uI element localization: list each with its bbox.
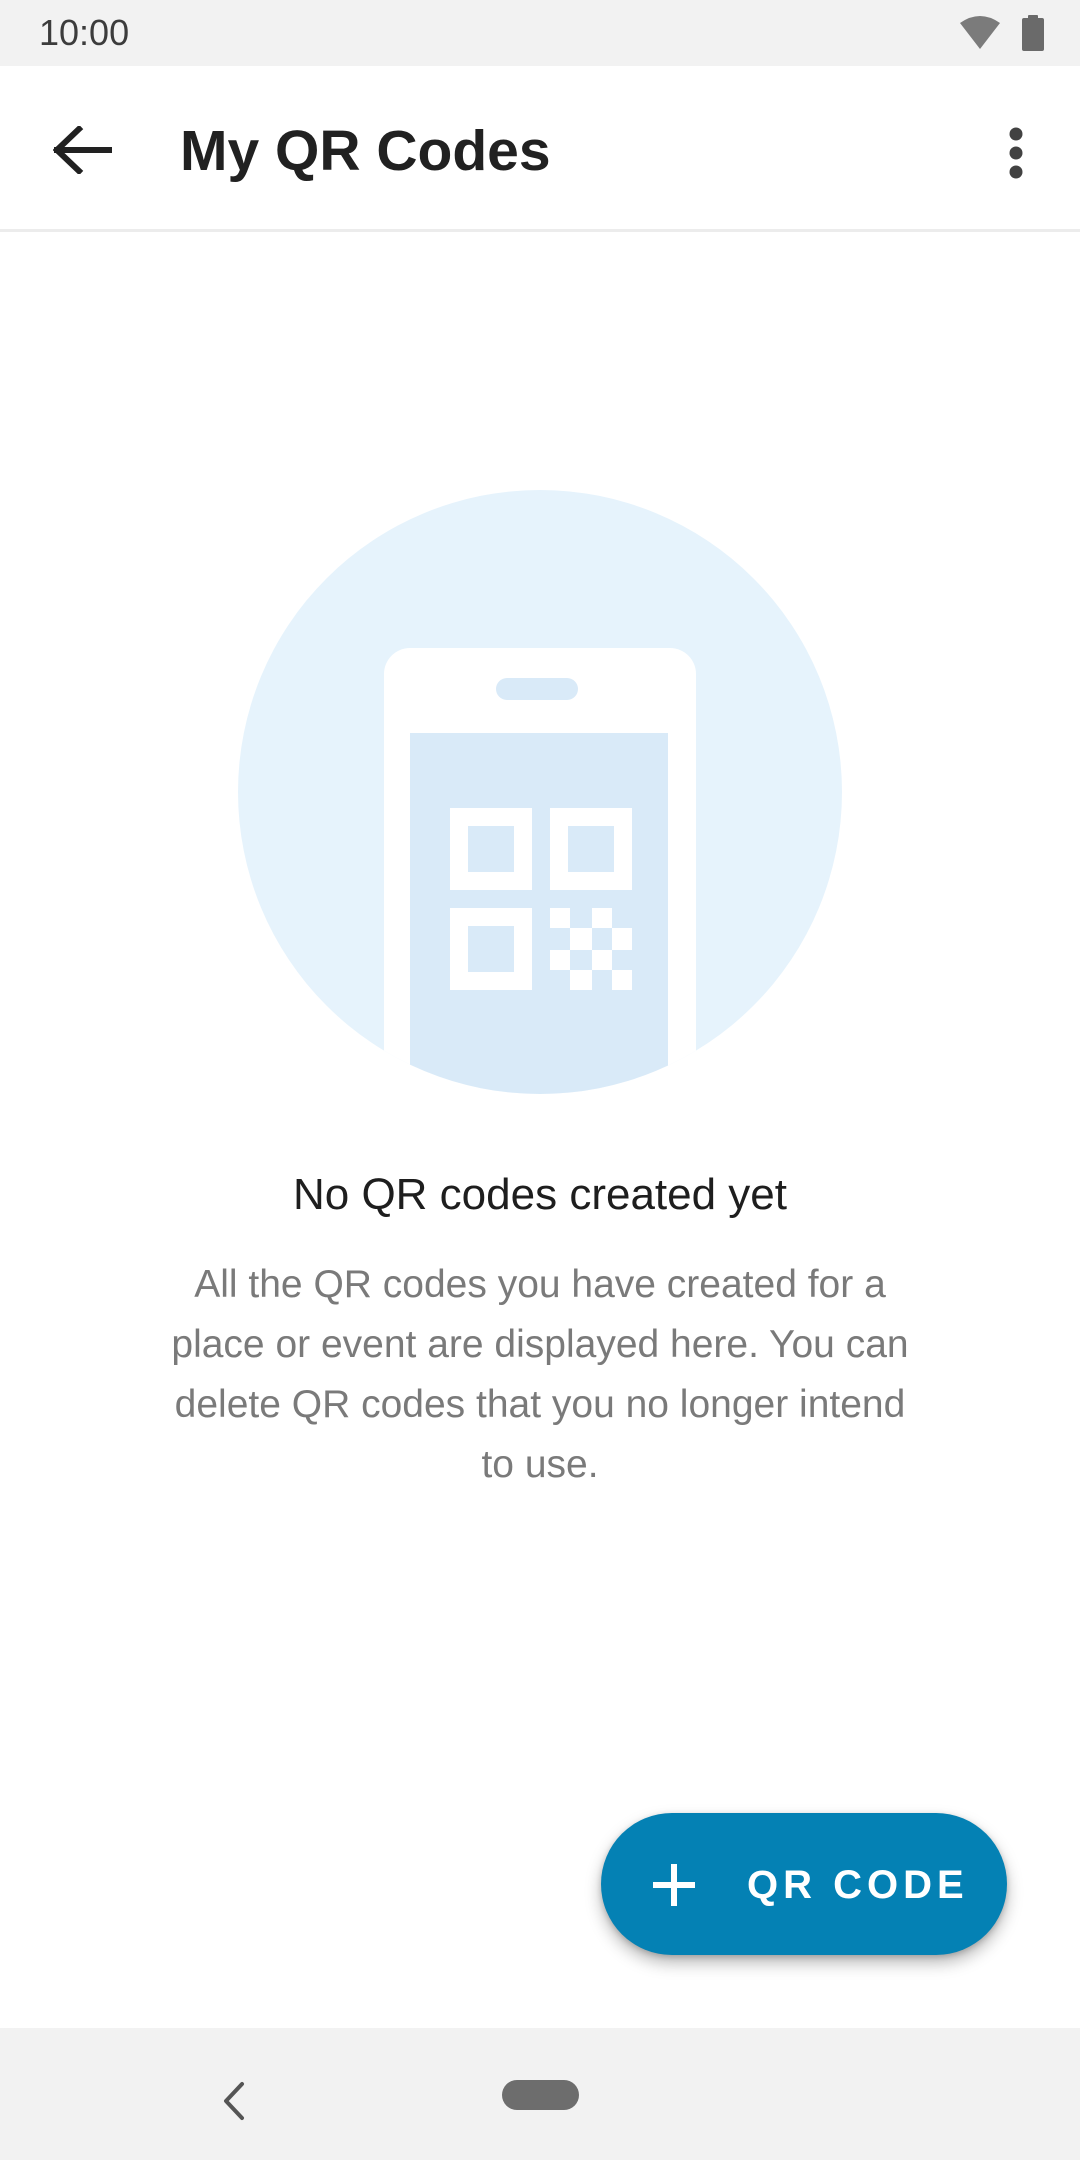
arrow-left-icon — [53, 126, 112, 174]
app-bar: My QR Codes — [0, 66, 1080, 232]
wifi-icon — [960, 16, 1000, 49]
empty-state-title: No QR codes created yet — [292, 1170, 787, 1219]
system-nav-bar — [0, 2028, 1080, 2160]
more-vert-icon — [1009, 127, 1023, 179]
plus-icon — [653, 1864, 695, 1906]
screen: 10:00 My QR Codes No QR codes created ye… — [0, 0, 1080, 2160]
back-button[interactable] — [42, 109, 124, 191]
nav-back-icon — [224, 2082, 244, 2120]
status-bar: 10:00 — [0, 0, 1080, 66]
nav-back-button[interactable] — [214, 2080, 256, 2122]
more-options-button[interactable] — [992, 115, 1040, 191]
status-icons — [958, 14, 1044, 52]
phone-qr-code-illustration — [238, 490, 842, 1094]
home-pill-icon[interactable] — [502, 2080, 579, 2110]
fab-label: QR CODE — [747, 1863, 969, 1907]
empty-state-description: All the QR codes you have created for a … — [171, 1263, 909, 1486]
status-time: 10:00 — [39, 12, 130, 53]
add-qr-code-button[interactable]: QR CODE — [601, 1813, 1007, 1955]
page-title: My QR Codes — [180, 119, 551, 183]
battery-icon — [1022, 15, 1044, 51]
